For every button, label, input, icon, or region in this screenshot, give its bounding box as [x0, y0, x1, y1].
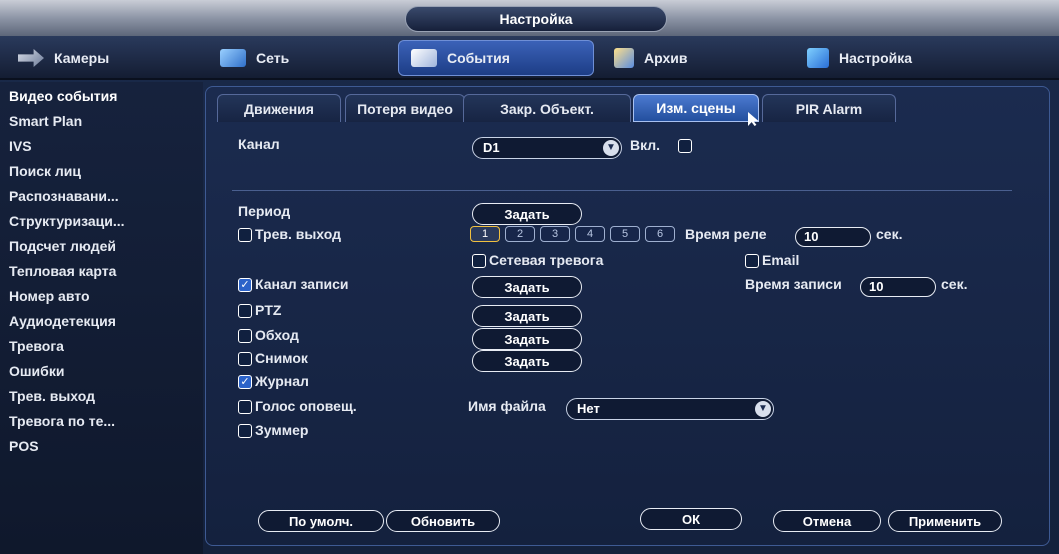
relay-3-button[interactable]: 3	[540, 226, 570, 242]
main-panel	[205, 86, 1050, 546]
nav-archive-label: Архив	[644, 50, 688, 66]
cancel-button[interactable]: Отмена	[773, 510, 881, 532]
record-channel-label: Канал записи	[255, 276, 349, 292]
tour-set-button[interactable]: Задать	[472, 328, 582, 350]
sidebar-item-pos[interactable]: POS	[9, 438, 39, 460]
nav-network-label: Сеть	[256, 50, 290, 66]
period-set-button[interactable]: Задать	[472, 203, 582, 225]
title-bar: Настройка	[0, 0, 1059, 36]
sidebar-item-alarm[interactable]: Тревога	[9, 338, 64, 360]
nav-archive[interactable]: Архив	[602, 40, 782, 76]
settings-window: Настройка Камеры Сеть События Архив Наст…	[0, 0, 1059, 554]
nav-events[interactable]: События	[398, 40, 594, 76]
net-alarm-checkbox[interactable]	[472, 254, 486, 268]
network-icon	[220, 49, 246, 67]
enable-label: Вкл.	[630, 137, 661, 153]
sidebar-item-audio-detection[interactable]: Аудиодетекция	[9, 313, 116, 335]
apply-button[interactable]: Применить	[888, 510, 1002, 532]
filename-label: Имя файла	[468, 398, 546, 414]
nav-events-label: События	[447, 50, 510, 66]
nav-network[interactable]: Сеть	[208, 40, 392, 76]
sidebar-item-temperature-alarm[interactable]: Тревога по те...	[9, 413, 115, 435]
record-channel-checkbox[interactable]: ✓	[238, 278, 252, 292]
relay-time-input[interactable]: 10	[795, 227, 871, 247]
sidebar-item-face-search[interactable]: Поиск лиц	[9, 163, 81, 185]
tab-pir-alarm[interactable]: PIR Alarm	[762, 94, 896, 122]
alarm-out-checkbox[interactable]	[238, 228, 252, 242]
relay-time-label: Время реле	[685, 226, 767, 242]
window-title: Настройка	[405, 6, 667, 32]
nav-cameras[interactable]: Камеры	[6, 40, 196, 76]
channel-select[interactable]: D1 ▼	[472, 137, 622, 159]
section-divider	[232, 190, 1012, 191]
channel-value: D1	[483, 140, 500, 155]
filename-select[interactable]: Нет ▼	[566, 398, 774, 420]
tab-motion[interactable]: Движения	[217, 94, 341, 122]
buzzer-checkbox[interactable]	[238, 424, 252, 438]
buzzer-label: Зуммер	[255, 422, 309, 438]
tour-checkbox[interactable]	[238, 329, 252, 343]
snapshot-label: Снимок	[255, 350, 308, 366]
sidebar-item-plate-number[interactable]: Номер авто	[9, 288, 90, 310]
email-checkbox[interactable]	[745, 254, 759, 268]
snapshot-set-button[interactable]: Задать	[472, 350, 582, 372]
record-time-input[interactable]: 10	[860, 277, 936, 297]
chevron-down-icon: ▼	[603, 140, 619, 156]
refresh-button[interactable]: Обновить	[386, 510, 500, 532]
sidebar-item-people-count[interactable]: Подсчет людей	[9, 238, 116, 260]
nav-settings-label: Настройка	[839, 50, 913, 66]
channel-label: Канал	[238, 136, 280, 152]
ptz-set-button[interactable]: Задать	[472, 305, 582, 327]
sidebar-item-smart-plan[interactable]: Smart Plan	[9, 113, 82, 135]
relay-4-button[interactable]: 4	[575, 226, 605, 242]
log-label: Журнал	[255, 373, 309, 389]
tab-tampering[interactable]: Закр. Объект.	[463, 94, 631, 122]
tab-scene-change[interactable]: Изм. сцены	[633, 94, 759, 122]
default-button[interactable]: По умолч.	[258, 510, 384, 532]
sidebar: Видео события Smart Plan IVS Поиск лиц Р…	[0, 82, 203, 554]
voice-checkbox[interactable]	[238, 400, 252, 414]
top-nav: Камеры Сеть События Архив Настройка	[0, 36, 1059, 80]
tour-label: Обход	[255, 327, 299, 343]
sidebar-item-heat-map[interactable]: Тепловая карта	[9, 263, 116, 285]
record-time-label: Время записи	[745, 276, 842, 292]
relay-sec-label: сек.	[876, 226, 903, 242]
sidebar-item-structurization[interactable]: Структуризаци...	[9, 213, 125, 235]
sidebar-item-ivs[interactable]: IVS	[9, 138, 32, 160]
period-label: Период	[238, 203, 291, 219]
sidebar-item-alarm-out[interactable]: Трев. выход	[9, 388, 95, 410]
nav-cameras-label: Камеры	[54, 50, 110, 66]
tab-video-loss[interactable]: Потеря видео	[345, 94, 465, 122]
sidebar-item-recognition[interactable]: Распознавани...	[9, 188, 119, 210]
archive-icon	[614, 48, 634, 68]
relay-1-button[interactable]: 1	[470, 226, 500, 242]
log-checkbox[interactable]: ✓	[238, 375, 252, 389]
relay-6-button[interactable]: 6	[645, 226, 675, 242]
record-channel-set-button[interactable]: Задать	[472, 276, 582, 298]
chevron-down-icon: ▼	[755, 401, 771, 417]
email-label: Email	[762, 252, 800, 268]
ok-button[interactable]: ОК	[640, 508, 742, 530]
nav-settings[interactable]: Настройка	[795, 40, 985, 76]
record-sec-label: сек.	[941, 276, 968, 292]
snapshot-checkbox[interactable]	[238, 352, 252, 366]
filename-value: Нет	[577, 401, 600, 416]
relay-5-button[interactable]: 5	[610, 226, 640, 242]
alarm-out-label: Трев. выход	[255, 226, 341, 242]
net-alarm-label: Сетевая тревога	[489, 252, 604, 268]
relay-2-button[interactable]: 2	[505, 226, 535, 242]
ptz-checkbox[interactable]	[238, 304, 252, 318]
ptz-label: PTZ	[255, 302, 282, 318]
voice-label: Голос оповещ.	[255, 398, 357, 414]
sidebar-item-video-events[interactable]: Видео события	[9, 88, 117, 110]
camera-icon	[18, 49, 44, 67]
sidebar-item-errors[interactable]: Ошибки	[9, 363, 64, 385]
enable-checkbox[interactable]	[678, 139, 692, 153]
events-icon	[411, 49, 437, 67]
settings-icon	[807, 48, 829, 68]
